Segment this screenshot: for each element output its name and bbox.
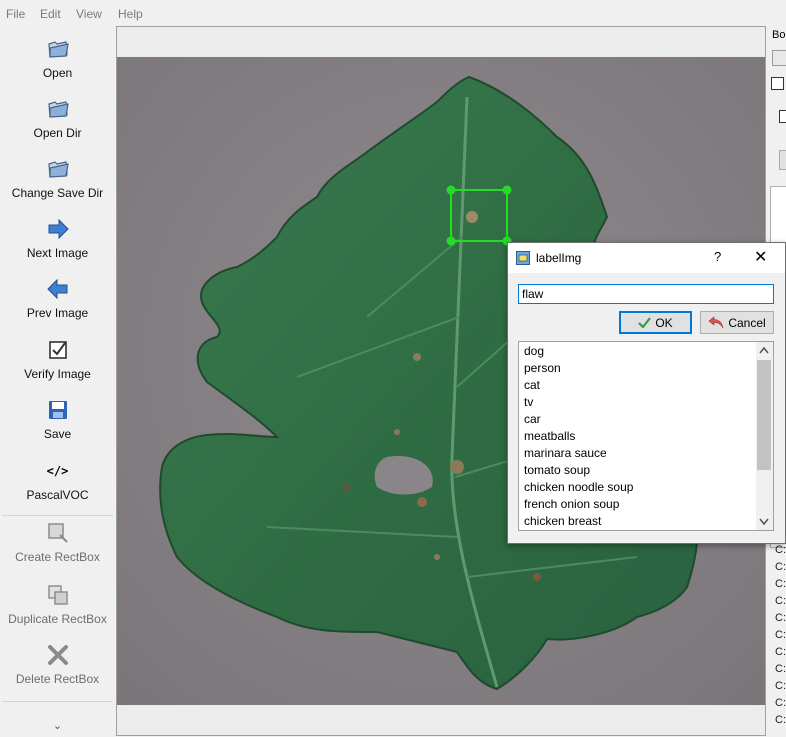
checkbox-icon xyxy=(48,341,67,359)
duplicate-icon xyxy=(47,585,68,605)
list-item[interactable]: chicken breast xyxy=(524,514,601,528)
floppy-icon xyxy=(48,401,67,419)
verify-image-button[interactable]: Verify Image xyxy=(0,338,115,381)
canvas-margin-top xyxy=(117,27,765,57)
change-save-dir-label: Change Save Dir xyxy=(11,186,104,200)
arrow-right-icon xyxy=(48,218,69,240)
list-item[interactable]: dog xyxy=(524,344,544,358)
left-toolbar: Open Open Dir Change Save Dir Next Image… xyxy=(0,27,115,737)
next-image-label: Next Image xyxy=(26,246,89,260)
use-default-label-field[interactable] xyxy=(779,150,786,170)
folder-icon xyxy=(47,41,69,58)
list-scrollbar[interactable] xyxy=(756,342,773,530)
cancel-label: Cancel xyxy=(728,315,766,330)
file-list-item[interactable]: C: xyxy=(775,544,786,556)
menu-edit[interactable]: Edit xyxy=(40,7,61,21)
file-list-item[interactable]: C: xyxy=(775,612,786,624)
folder-icon xyxy=(47,161,69,178)
prev-image-label: Prev Image xyxy=(26,306,89,320)
menu-bar: File Edit View Help xyxy=(0,0,786,27)
toolbar-separator xyxy=(2,701,113,702)
list-item[interactable]: meatballs xyxy=(524,429,575,443)
open-button[interactable]: Open xyxy=(0,37,115,80)
file-list-item[interactable]: C: xyxy=(775,578,786,590)
file-list-item[interactable]: C: xyxy=(775,595,786,607)
open-dir-button[interactable]: Open Dir xyxy=(0,97,115,140)
dialog-title: labelImg xyxy=(536,251,582,265)
label-input[interactable] xyxy=(518,284,774,304)
ok-label: OK xyxy=(655,315,673,330)
default-label-checkbox[interactable] xyxy=(779,110,786,123)
dialog-titlebar[interactable]: labelImg ? ✕ xyxy=(508,243,785,273)
label-dialog: labelImg ? ✕ OK Cancel dog person cat tv… xyxy=(507,242,786,544)
list-item[interactable]: car xyxy=(524,412,541,426)
delete-rectbox-button[interactable]: Delete RectBox xyxy=(0,643,115,686)
verify-image-label: Verify Image xyxy=(24,367,91,381)
labelimg-app-icon xyxy=(516,251,530,265)
save-button[interactable]: Save xyxy=(0,398,115,441)
duplicate-rectbox-label: Duplicate RectBox xyxy=(8,612,107,626)
file-list-item[interactable]: C: xyxy=(775,629,786,641)
close-icon[interactable]: ✕ xyxy=(754,247,767,267)
next-image-button[interactable]: Next Image xyxy=(0,217,115,260)
menu-view[interactable]: View xyxy=(76,7,102,21)
format-button[interactable]: </> PascalVOC xyxy=(0,459,115,502)
check-icon xyxy=(638,317,652,328)
file-list-item[interactable]: C: xyxy=(775,697,786,709)
cancel-button[interactable]: Cancel xyxy=(700,311,774,334)
scrollbar-thumb[interactable] xyxy=(757,360,771,470)
bbox-handle[interactable] xyxy=(502,185,512,195)
difficult-checkbox[interactable] xyxy=(771,77,784,90)
file-list-item[interactable]: C: xyxy=(775,714,786,726)
file-list-item[interactable]: C: xyxy=(775,680,786,692)
create-rectbox-button[interactable]: Create RectBox xyxy=(0,521,115,564)
arrow-left-icon xyxy=(46,278,67,300)
bbox-handle[interactable] xyxy=(446,236,456,246)
code-icon: </> xyxy=(46,464,69,478)
open-label: Open xyxy=(42,66,73,80)
duplicate-rectbox-button[interactable]: Duplicate RectBox xyxy=(0,583,115,626)
change-save-dir-button[interactable]: Change Save Dir xyxy=(0,157,115,200)
list-item[interactable]: french onion soup xyxy=(524,497,619,511)
delete-icon xyxy=(47,645,68,665)
toolbar-more-chevron-icon[interactable]: ⌄ xyxy=(0,719,115,732)
undo-arrow-icon xyxy=(708,316,724,329)
save-label: Save xyxy=(43,427,72,441)
list-item[interactable]: tv xyxy=(524,395,533,409)
delete-rectbox-label: Delete RectBox xyxy=(15,672,100,686)
file-list-item[interactable]: C: xyxy=(775,663,786,675)
create-rectbox-label: Create RectBox xyxy=(15,550,100,564)
scroll-up-icon[interactable] xyxy=(759,346,769,354)
box-labels-tab[interactable]: Bo xyxy=(772,29,785,41)
create-rectbox-icon xyxy=(47,523,68,543)
folder-icon xyxy=(47,101,69,118)
prev-image-button[interactable]: Prev Image xyxy=(0,277,115,320)
label-history-list[interactable]: dog person cat tv car meatballs marinara… xyxy=(518,341,774,531)
list-item[interactable]: chicken noodle soup xyxy=(524,480,633,494)
toolbar-separator xyxy=(2,515,113,516)
list-item[interactable]: person xyxy=(524,361,561,375)
canvas-margin-bottom xyxy=(117,705,765,735)
list-item[interactable]: tomato soup xyxy=(524,463,590,477)
file-list-item[interactable]: C: xyxy=(775,646,786,658)
menu-help[interactable]: Help xyxy=(118,7,143,21)
file-list-item[interactable]: C: xyxy=(775,561,786,573)
format-label: PascalVOC xyxy=(26,488,89,502)
ok-button[interactable]: OK xyxy=(619,311,692,334)
open-dir-label: Open Dir xyxy=(33,126,82,140)
bbox-handle[interactable] xyxy=(446,185,456,195)
scroll-down-icon[interactable] xyxy=(759,518,769,526)
help-icon[interactable]: ? xyxy=(714,249,721,264)
edit-icon[interactable] xyxy=(772,50,786,66)
menu-file[interactable]: File xyxy=(6,7,25,21)
list-item[interactable]: marinara sauce xyxy=(524,446,607,460)
list-item[interactable]: cat xyxy=(524,378,540,392)
